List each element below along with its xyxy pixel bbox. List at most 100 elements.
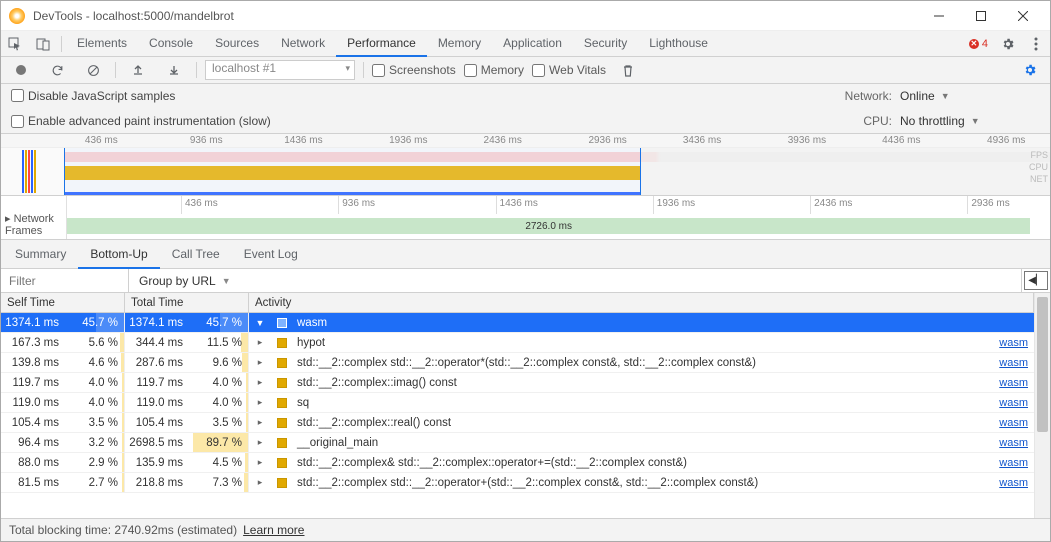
disable-js-samples-checkbox[interactable]: Disable JavaScript samples bbox=[11, 89, 724, 103]
settings-gear-icon[interactable] bbox=[994, 31, 1022, 57]
tab-security[interactable]: Security bbox=[573, 31, 638, 57]
webvitals-label: Web Vitals bbox=[549, 63, 606, 77]
devtools-app-icon bbox=[9, 8, 25, 24]
save-profile-icon[interactable] bbox=[160, 57, 188, 83]
garbage-collect-icon[interactable] bbox=[614, 57, 642, 83]
disable-js-samples-input[interactable] bbox=[11, 89, 24, 102]
inspect-element-icon[interactable] bbox=[1, 31, 29, 57]
source-link[interactable]: wasm bbox=[999, 397, 1028, 409]
source-link-cell: wasm bbox=[982, 357, 1034, 369]
network-throttle-select[interactable]: Online ▼ bbox=[900, 89, 1040, 103]
window-maximize-button[interactable] bbox=[960, 2, 1002, 30]
subtab-call-tree[interactable]: Call Tree bbox=[160, 240, 232, 269]
screenshots-checkbox-input[interactable] bbox=[372, 64, 385, 77]
source-link[interactable]: wasm bbox=[999, 457, 1028, 469]
table-row[interactable]: 96.4 ms3.2 %2698.5 ms89.7 %▸__original_m… bbox=[1, 433, 1034, 453]
table-row[interactable]: 88.0 ms2.9 %135.9 ms4.5 %▸std::__2::comp… bbox=[1, 453, 1034, 473]
overview-tick: 936 ms bbox=[190, 135, 223, 146]
subtab-summary[interactable]: Summary bbox=[3, 240, 78, 269]
window-close-button[interactable] bbox=[1002, 2, 1044, 30]
table-header-row: Self Time Total Time Activity bbox=[1, 293, 1034, 313]
subtab-bottom-up[interactable]: Bottom-Up bbox=[78, 240, 159, 269]
profile-select[interactable]: localhost #1 bbox=[205, 60, 355, 80]
row-expand-toggle[interactable]: ▸ bbox=[249, 457, 271, 468]
total-time-ms: 218.8 ms bbox=[125, 473, 187, 492]
overview-tick: 4936 ms bbox=[987, 135, 1025, 146]
row-expand-toggle[interactable]: ▸ bbox=[249, 337, 271, 348]
overview-timeline[interactable]: 436 ms936 ms1436 ms1936 ms2436 ms2936 ms… bbox=[1, 134, 1050, 196]
vertical-scrollbar[interactable] bbox=[1034, 293, 1050, 518]
col-self-time[interactable]: Self Time bbox=[1, 293, 125, 312]
category-swatch bbox=[271, 358, 293, 368]
col-total-time[interactable]: Total Time bbox=[125, 293, 249, 312]
overview-selection-window[interactable] bbox=[64, 148, 641, 195]
row-expand-toggle[interactable]: ▸ bbox=[249, 477, 271, 488]
table-row[interactable]: 81.5 ms2.7 %218.8 ms7.3 %▸std::__2::comp… bbox=[1, 473, 1034, 493]
error-count-badge[interactable]: ✕ 4 bbox=[963, 31, 994, 56]
load-profile-icon[interactable] bbox=[124, 57, 152, 83]
filter-input[interactable] bbox=[1, 269, 129, 292]
flamechart-header: ▸ Network Frames 436 ms936 ms1436 ms1936… bbox=[1, 196, 1050, 240]
total-time-pct: 7.3 % bbox=[187, 473, 249, 492]
row-expand-toggle[interactable]: ▸ bbox=[249, 377, 271, 388]
row-expand-toggle[interactable]: ▸ bbox=[249, 417, 271, 428]
source-link[interactable]: wasm bbox=[999, 477, 1028, 489]
cpu-throttle-select[interactable]: No throttling ▼ bbox=[900, 114, 1040, 128]
table-row[interactable]: 105.4 ms3.5 %105.4 ms3.5 %▸std::__2::com… bbox=[1, 413, 1034, 433]
status-learn-more-link[interactable]: Learn more bbox=[243, 523, 304, 537]
screenshots-checkbox[interactable]: Screenshots bbox=[372, 63, 456, 77]
source-link[interactable]: wasm bbox=[999, 377, 1028, 389]
clear-button[interactable] bbox=[79, 57, 107, 83]
webvitals-checkbox[interactable]: Web Vitals bbox=[532, 63, 606, 77]
webvitals-checkbox-input[interactable] bbox=[532, 64, 545, 77]
tab-sources[interactable]: Sources bbox=[204, 31, 270, 57]
category-swatch bbox=[271, 438, 293, 448]
paint-instrumentation-checkbox[interactable]: Enable advanced paint instrumentation (s… bbox=[11, 114, 724, 128]
table-row[interactable]: 139.8 ms4.6 %287.6 ms9.6 %▸std::__2::com… bbox=[1, 353, 1034, 373]
subtab-event-log[interactable]: Event Log bbox=[232, 240, 310, 269]
tab-application[interactable]: Application bbox=[492, 31, 573, 57]
source-link[interactable]: wasm bbox=[999, 357, 1028, 369]
source-link-cell: wasm bbox=[982, 377, 1034, 389]
memory-checkbox-input[interactable] bbox=[464, 64, 477, 77]
col-activity[interactable]: Activity bbox=[249, 293, 1034, 312]
tab-console[interactable]: Console bbox=[138, 31, 204, 57]
tab-memory[interactable]: Memory bbox=[427, 31, 492, 57]
flamechart-area[interactable]: 436 ms936 ms1436 ms1936 ms2436 ms2936 ms… bbox=[67, 196, 1050, 239]
table-row[interactable]: 119.7 ms4.0 %119.7 ms4.0 %▸std::__2::com… bbox=[1, 373, 1034, 393]
reload-button[interactable] bbox=[43, 57, 71, 83]
more-menu-icon[interactable] bbox=[1022, 31, 1050, 57]
row-expand-toggle[interactable]: ▸ bbox=[249, 397, 271, 408]
row-expand-toggle[interactable]: ▸ bbox=[249, 357, 271, 368]
tab-network[interactable]: Network bbox=[270, 31, 336, 57]
self-time-pct: 2.7 % bbox=[63, 473, 125, 492]
overview-tick: 4436 ms bbox=[882, 135, 920, 146]
frames-main-segment[interactable]: 2726.0 ms bbox=[67, 218, 1030, 234]
table-row[interactable]: 1374.1 ms45.7 %1374.1 ms45.7 %▼wasm bbox=[1, 313, 1034, 333]
row-expand-toggle[interactable]: ▼ bbox=[249, 318, 271, 328]
capture-settings-gear-icon[interactable] bbox=[1016, 57, 1044, 83]
total-time-pct: 4.0 % bbox=[187, 373, 249, 392]
group-by-select[interactable]: Group by URL ▼ bbox=[129, 269, 1022, 292]
table-row[interactable]: 119.0 ms4.0 %119.0 ms4.0 %▸sqwasm bbox=[1, 393, 1034, 413]
tab-performance[interactable]: Performance bbox=[336, 31, 427, 57]
flamechart-tick: 936 ms bbox=[342, 198, 375, 209]
frames-row-label[interactable]: Frames bbox=[5, 225, 62, 237]
network-row-label[interactable]: ▸ Network bbox=[5, 212, 62, 225]
toggle-details-pane-icon[interactable]: ◀▏ bbox=[1024, 271, 1048, 290]
paint-instrumentation-input[interactable] bbox=[11, 115, 24, 128]
source-link[interactable]: wasm bbox=[999, 437, 1028, 449]
source-link[interactable]: wasm bbox=[999, 337, 1028, 349]
device-toolbar-icon[interactable] bbox=[29, 31, 57, 57]
window-titlebar: DevTools - localhost:5000/mandelbrot bbox=[1, 1, 1050, 31]
tab-elements[interactable]: Elements bbox=[66, 31, 138, 57]
record-button[interactable] bbox=[7, 57, 35, 83]
memory-checkbox[interactable]: Memory bbox=[464, 63, 524, 77]
window-minimize-button[interactable] bbox=[918, 2, 960, 30]
scrollbar-thumb[interactable] bbox=[1037, 297, 1048, 432]
total-time-ms: 135.9 ms bbox=[125, 453, 187, 472]
source-link[interactable]: wasm bbox=[999, 417, 1028, 429]
tab-lighthouse[interactable]: Lighthouse bbox=[638, 31, 719, 57]
row-expand-toggle[interactable]: ▸ bbox=[249, 437, 271, 448]
table-row[interactable]: 167.3 ms5.6 %344.4 ms11.5 %▸hypotwasm bbox=[1, 333, 1034, 353]
